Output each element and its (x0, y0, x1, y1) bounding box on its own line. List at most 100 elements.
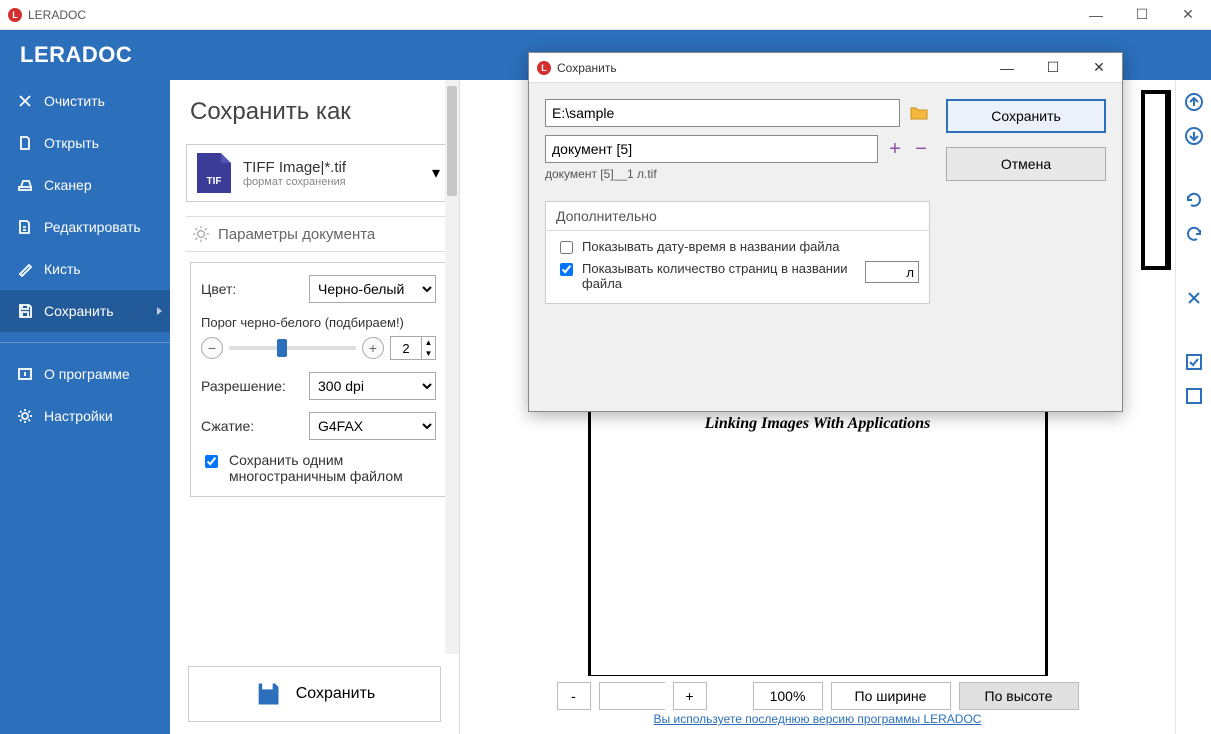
spinner-down[interactable]: ▼ (422, 348, 435, 359)
browse-folder-button[interactable] (908, 102, 930, 124)
format-sub: формат сохранения (243, 176, 346, 188)
filename-input[interactable] (545, 135, 878, 163)
color-label: Цвет: (201, 281, 301, 297)
dialog-minimize-button[interactable]: — (984, 53, 1030, 83)
zoom-bar: - ▲▼ + 100% По ширине По высоте (460, 676, 1175, 712)
tif-badge-icon: TIF (197, 153, 231, 193)
advanced-expander: Дополнительно Показывать дату-время в на… (545, 201, 930, 304)
arrow-down-circle-icon[interactable] (1182, 124, 1206, 148)
nav-label: Настройки (44, 408, 113, 424)
status-bar: Вы используете последнюю версию программ… (460, 712, 1175, 734)
nav-label: Редактировать (44, 219, 141, 235)
arrow-up-circle-icon[interactable] (1182, 90, 1206, 114)
panel-scrollbar[interactable] (445, 80, 459, 654)
params-header-label: Параметры документа (218, 226, 375, 243)
compression-row: Сжатие: G4FAX (201, 412, 436, 440)
brush-icon (16, 260, 34, 278)
brand-text: LERADOC (20, 42, 132, 68)
scrollbar-thumb[interactable] (447, 86, 457, 196)
expander-header[interactable]: Дополнительно (546, 202, 929, 231)
nav-brush[interactable]: Кисть (0, 248, 170, 290)
threshold-input[interactable] (391, 337, 421, 359)
save-icon (16, 302, 34, 320)
nav-about[interactable]: О программе (0, 353, 170, 395)
gear-icon (16, 407, 34, 425)
zoom-value[interactable]: ▲▼ (599, 682, 665, 710)
app-title: LERADOC (28, 8, 86, 22)
counter-plus[interactable]: + (886, 138, 904, 161)
twain-subtitle: Linking Images With Applications (705, 415, 931, 433)
resolution-label: Разрешение: (201, 378, 301, 394)
save-icon (254, 680, 282, 708)
format-selector[interactable]: TIF TIFF Image|*.tif формат сохранения ▾ (186, 144, 451, 202)
spinner-up[interactable]: ▲ (422, 337, 435, 348)
params-header: Параметры документа (186, 216, 451, 252)
zoom-out-button[interactable]: - (557, 682, 591, 710)
nav-label: Сканер (44, 177, 92, 193)
version-link[interactable]: Вы используете последнюю версию программ… (654, 712, 982, 726)
threshold-minus[interactable]: − (201, 337, 223, 359)
info-icon (16, 365, 34, 383)
path-input[interactable] (545, 99, 900, 127)
dialog-save-button[interactable]: Сохранить (946, 99, 1106, 133)
opt-pages-checkbox[interactable] (560, 263, 573, 276)
nav-separator (0, 342, 170, 343)
minimize-button[interactable]: — (1073, 0, 1119, 30)
rotate-cw-icon[interactable] (1182, 222, 1206, 246)
nav-label: Кисть (44, 261, 81, 277)
fit-height-button[interactable]: По высоте (959, 682, 1079, 710)
slider-thumb[interactable] (277, 339, 287, 357)
nav-settings[interactable]: Настройки (0, 395, 170, 437)
right-toolbar (1175, 80, 1211, 734)
save-button[interactable]: Сохранить (188, 666, 441, 722)
dialog-right: Сохранить Отмена (946, 99, 1106, 395)
dialog-maximize-button[interactable]: ☐ (1030, 53, 1076, 83)
window-controls: — ☐ ✕ (1073, 0, 1211, 30)
panel-title: Сохранить как (190, 98, 447, 126)
nav-label: Открыть (44, 135, 99, 151)
opt-datetime-checkbox[interactable] (560, 241, 573, 254)
panel-scroll-area: Сохранить как TIF TIFF Image|*.tif форма… (170, 80, 459, 654)
dialog-close-button[interactable]: ✕ (1076, 53, 1122, 83)
zoom-in-button[interactable]: + (673, 682, 707, 710)
format-label: TIFF Image|*.tif (243, 159, 346, 176)
multipage-checkbox[interactable] (205, 455, 218, 468)
dialog-title: Сохранить (557, 61, 617, 75)
opt-datetime-row: Показывать дату-время в названии файла (556, 239, 919, 257)
nav-scanner[interactable]: Сканер (0, 164, 170, 206)
edit-icon (16, 218, 34, 236)
format-text: TIFF Image|*.tif формат сохранения (243, 159, 346, 188)
delete-icon[interactable] (1182, 286, 1206, 310)
multipage-label: Сохранить одним многостраничным файлом (229, 452, 436, 484)
checkbox-checked-icon[interactable] (1182, 350, 1206, 374)
thumbnail-strip[interactable] (1141, 90, 1171, 270)
chevron-down-icon: ▾ (432, 163, 440, 183)
nav-edit[interactable]: Редактировать (0, 206, 170, 248)
dialog-left: + − документ [5]__1 л.tif Дополнительно … (545, 99, 930, 395)
file-icon (16, 134, 34, 152)
nav-open[interactable]: Открыть (0, 122, 170, 164)
fit-width-button[interactable]: По ширине (831, 682, 951, 710)
rotate-ccw-icon[interactable] (1182, 188, 1206, 212)
compression-select[interactable]: G4FAX (309, 412, 436, 440)
threshold-spinner[interactable]: ▲▼ (390, 336, 436, 360)
nav-save[interactable]: Сохранить (0, 290, 170, 332)
panel-footer: Сохранить (170, 654, 459, 734)
zoom-100-button[interactable]: 100% (753, 682, 823, 710)
nav-clear[interactable]: Очистить (0, 80, 170, 122)
color-select[interactable]: Черно-белый (309, 275, 436, 303)
threshold-slider[interactable] (229, 346, 356, 350)
maximize-button[interactable]: ☐ (1119, 0, 1165, 30)
checkbox-empty-icon[interactable] (1182, 384, 1206, 408)
opt-pages-label: Показывать количество страниц в названии… (582, 261, 859, 291)
counter-minus[interactable]: − (912, 138, 930, 161)
resolution-row: Разрешение: 300 dpi (201, 372, 436, 400)
resolution-select[interactable]: 300 dpi (309, 372, 436, 400)
threshold-label: Порог черно-белого (подбираем!) (201, 315, 436, 330)
sidebar: Очистить Открыть Сканер Редактировать Ки… (0, 80, 170, 734)
dialog-cancel-button[interactable]: Отмена (946, 147, 1106, 181)
multipage-row: Сохранить одним многостраничным файлом (201, 452, 436, 484)
close-button[interactable]: ✕ (1165, 0, 1211, 30)
threshold-plus[interactable]: + (362, 337, 384, 359)
suffix-input[interactable] (865, 261, 919, 283)
